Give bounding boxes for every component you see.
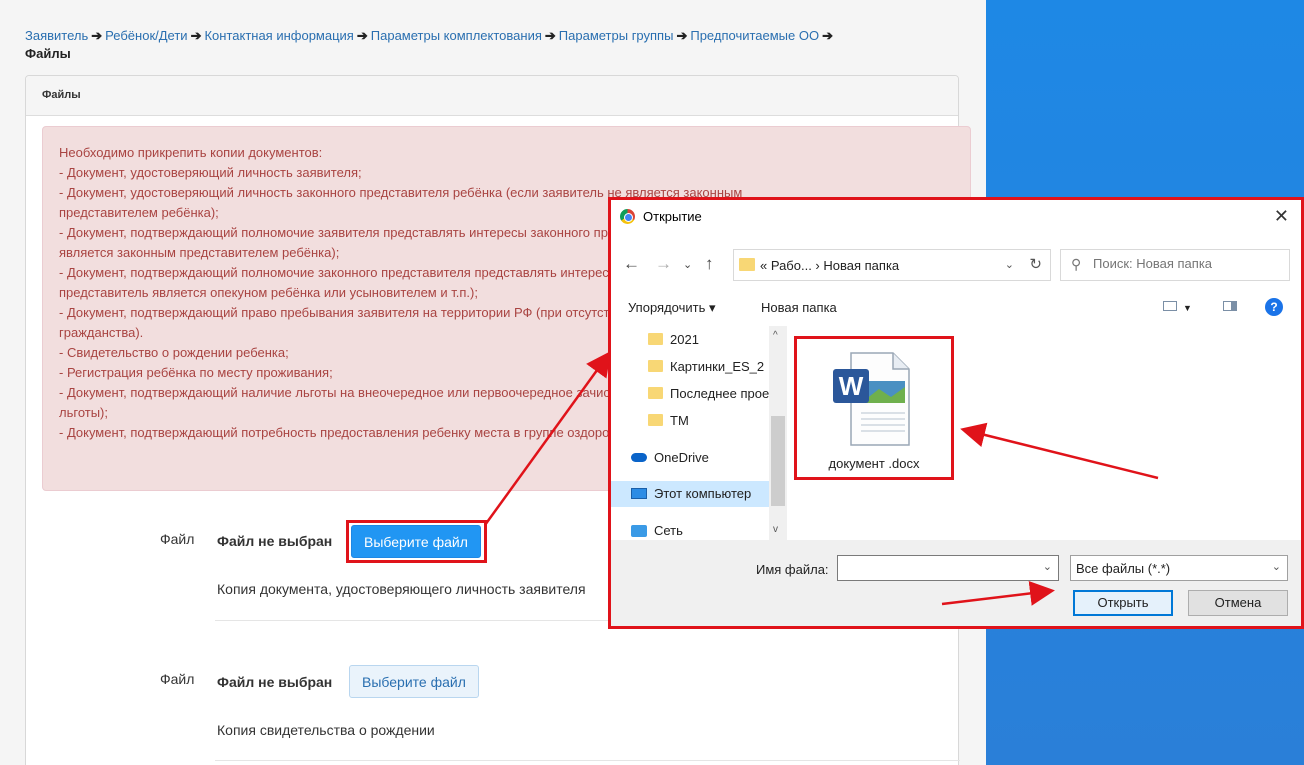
address-bar[interactable]: « Рабо... › Новая папка ⌄ ↻ xyxy=(733,249,1051,281)
scrollbar-thumb[interactable] xyxy=(771,416,785,506)
chevron-down-icon[interactable]: ⌄ xyxy=(1043,560,1052,573)
search-icon: ⚲ xyxy=(1071,256,1082,272)
word-document-icon: W xyxy=(833,352,910,446)
filetype-value: Все файлы (*.*) xyxy=(1076,561,1171,576)
onedrive-icon xyxy=(631,453,647,462)
nav-item-onedrive[interactable]: OneDrive xyxy=(631,450,789,476)
up-arrow-icon[interactable]: ↑ xyxy=(705,254,714,274)
help-icon[interactable]: ? xyxy=(1265,298,1283,316)
organize-menu[interactable]: Упорядочить ▾ xyxy=(628,300,716,316)
upload-1-description: Копия документа, удостоверяющего личност… xyxy=(217,581,586,597)
nav-item-label: Сеть xyxy=(654,523,683,538)
upload-1-label: Файл xyxy=(160,531,195,547)
upload-2-status: Файл не выбран xyxy=(217,674,333,690)
nav-item-label: 2021 xyxy=(670,332,699,347)
filename-input[interactable]: ⌄ xyxy=(837,555,1059,581)
cancel-button[interactable]: Отмена xyxy=(1188,590,1288,616)
navigation-pane: 2021 Картинки_ES_2 Последнее проект TM O… xyxy=(611,326,789,538)
address-path: « Рабо... › Новая папка xyxy=(760,258,900,273)
refresh-icon[interactable]: ↻ xyxy=(1029,255,1042,273)
recent-locations-chevron-icon[interactable]: ⌄ xyxy=(683,258,692,271)
panel-heading: Файлы xyxy=(26,76,958,116)
filename-label: Имя файла: xyxy=(756,562,829,577)
folder-icon xyxy=(648,414,663,426)
breadcrumb-item-child[interactable]: Ребёнок/Дети xyxy=(105,28,187,43)
breadcrumb-separator-icon: ➔ xyxy=(91,28,103,43)
folder-icon xyxy=(648,360,663,372)
nav-item-label: Этот компьютер xyxy=(654,486,752,501)
chevron-down-icon[interactable]: ⌄ xyxy=(1005,258,1014,271)
breadcrumb-item-preferred[interactable]: Предпочитаемые ОО xyxy=(690,28,819,43)
nav-item-label: Последнее проект xyxy=(670,386,769,401)
scroll-up-icon[interactable]: ^ xyxy=(773,330,778,341)
folder-icon xyxy=(648,333,663,345)
folder-icon xyxy=(648,387,663,399)
upload-2-label: Файл xyxy=(160,671,195,687)
chevron-down-icon[interactable]: ⌄ xyxy=(1272,560,1281,573)
breadcrumb-separator-icon: ➔ xyxy=(356,28,368,43)
breadcrumb-separator-icon: ➔ xyxy=(544,28,556,43)
new-folder-button[interactable]: Новая папка xyxy=(761,300,837,315)
nav-scrollbar[interactable]: ^ v xyxy=(769,326,787,540)
preview-pane-icon[interactable] xyxy=(1223,301,1237,311)
breadcrumb-current: Файлы xyxy=(25,46,71,61)
breadcrumb: Заявитель ➔ Ребёнок/Дети ➔ Контактная информ… xyxy=(25,27,955,63)
file-list-pane: W документ .docx xyxy=(791,326,1301,540)
breadcrumb-separator-icon: ➔ xyxy=(190,28,202,43)
folder-icon xyxy=(739,258,755,271)
breadcrumb-separator-icon: ➔ xyxy=(822,28,834,43)
upload-2-description: Копия свидетельства о рождении xyxy=(217,722,435,738)
divider xyxy=(215,760,960,761)
search-input[interactable] xyxy=(1093,256,1283,271)
dialog-toolbar: Упорядочить ▾ Новая папка ▼ ? xyxy=(611,292,1301,322)
upload-1-status: Файл не выбран xyxy=(217,533,333,549)
dialog-nav-row: ← → ⌄ ↑ « Рабо... › Новая папка ⌄ ↻ ⚲ xyxy=(611,244,1301,284)
breadcrumb-item-contact[interactable]: Контактная информация xyxy=(204,28,353,43)
breadcrumb-item-group[interactable]: Параметры группы xyxy=(559,28,674,43)
nav-item-label: Картинки_ES_2 xyxy=(670,359,765,374)
nav-item-recent[interactable]: Последнее проект xyxy=(648,386,769,412)
alert-line: Необходимо прикрепить копии документов: xyxy=(59,145,323,160)
scroll-down-icon[interactable]: v xyxy=(773,524,778,535)
file-name: документ .docx xyxy=(828,456,920,471)
back-arrow-icon[interactable]: ← xyxy=(623,254,640,274)
view-chevron-down-icon[interactable]: ▼ xyxy=(1183,303,1192,313)
alert-line: - Документ, удостоверяющий личность заяв… xyxy=(59,165,362,180)
nav-item-label: OneDrive xyxy=(654,450,709,465)
dialog-bottom: Имя файла: ⌄ Все файлы (*.*) ⌄ Открыть О… xyxy=(611,540,1301,626)
file-item-document[interactable]: W документ .docx xyxy=(794,336,954,480)
dialog-titlebar: Открытие ✕ xyxy=(611,200,1301,232)
choose-file-button-2[interactable]: Выберите файл xyxy=(349,665,479,698)
nav-item-this-pc[interactable]: Этот компьютер xyxy=(611,481,771,507)
breadcrumb-item-staffing[interactable]: Параметры комплектования xyxy=(371,28,542,43)
forward-arrow-icon[interactable]: → xyxy=(655,254,672,274)
breadcrumb-item-applicant[interactable]: Заявитель xyxy=(25,28,88,43)
svg-text:W: W xyxy=(839,371,864,401)
view-options-icon[interactable] xyxy=(1163,301,1177,311)
close-icon[interactable]: ✕ xyxy=(1274,206,1289,227)
computer-icon xyxy=(631,488,647,499)
search-box[interactable]: ⚲ xyxy=(1060,249,1290,281)
open-button[interactable]: Открыть xyxy=(1073,590,1173,616)
dialog-title: Открытие xyxy=(643,209,702,224)
filetype-select[interactable]: Все файлы (*.*) ⌄ xyxy=(1070,555,1288,581)
file-open-dialog: Открытие ✕ ← → ⌄ ↑ « Рабо... › Новая пап… xyxy=(608,197,1304,629)
choose-file-button-1[interactable]: Выберите файл xyxy=(351,525,481,558)
chrome-icon xyxy=(620,209,635,224)
nav-item-label: TM xyxy=(670,413,689,428)
breadcrumb-separator-icon: ➔ xyxy=(676,28,688,43)
network-icon xyxy=(631,525,647,537)
